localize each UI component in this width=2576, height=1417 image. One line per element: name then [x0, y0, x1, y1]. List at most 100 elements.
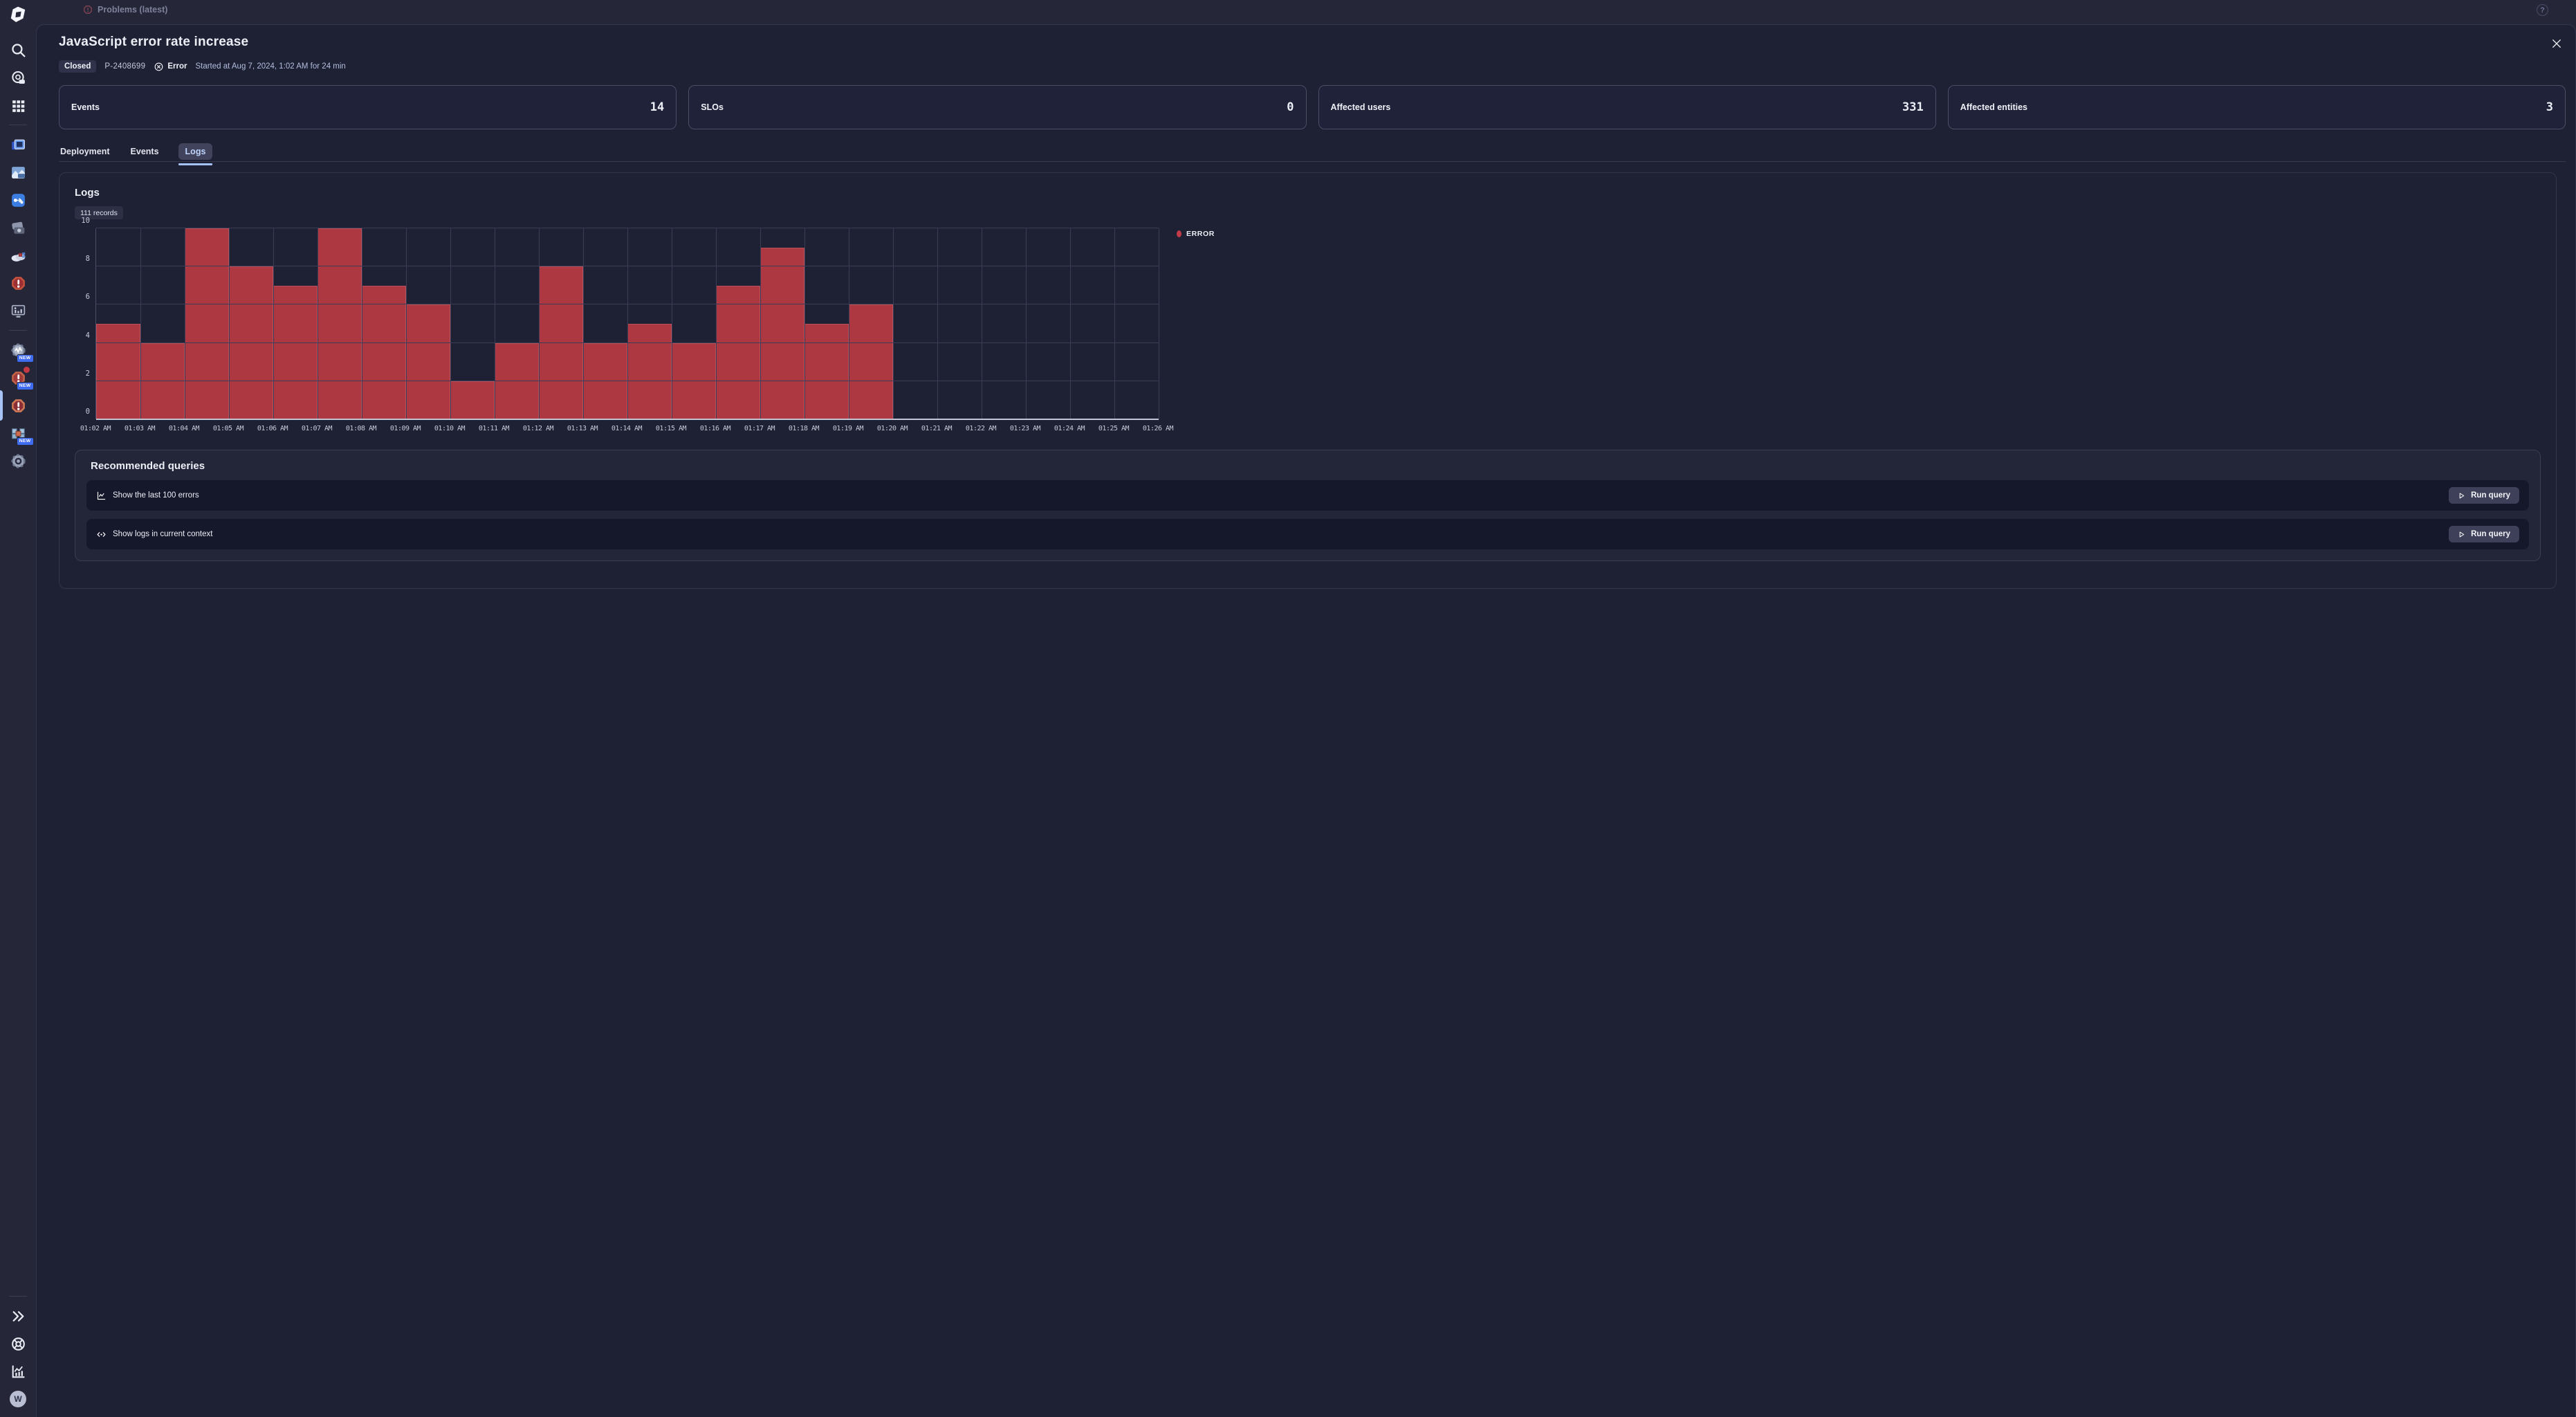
sidebar-item-cloud-services[interactable] [9, 246, 28, 265]
new-badge: NEW [17, 354, 34, 363]
notification-dot [24, 367, 30, 373]
gridline [1114, 228, 1115, 419]
close-icon[interactable] [2550, 37, 2563, 50]
sidebar-item-app-launcher[interactable] [9, 96, 28, 115]
x-tick-label: 01:24 AM [1047, 425, 1092, 432]
run-query-button[interactable]: Run query [2449, 487, 2519, 504]
gridline [893, 228, 894, 419]
gridline [804, 228, 805, 419]
logs-heading: Logs [75, 187, 2541, 199]
bar-01-04-AM[interactable] [185, 228, 229, 419]
gridline [1070, 228, 1071, 419]
bar-01-08-AM[interactable] [362, 286, 406, 419]
bar-01-06-AM[interactable] [273, 286, 318, 419]
x-tick-label: 01:08 AM [339, 425, 383, 432]
tab-deployment[interactable]: Deployment [59, 143, 111, 160]
run-query-button[interactable]: Run query [2449, 526, 2519, 542]
problem-detail-panel: JavaScript error rate increase Closed P-… [36, 24, 2576, 1417]
x-tick-label: 01:04 AM [162, 425, 206, 432]
search-icon [10, 42, 27, 59]
bar-01-17-AM[interactable] [760, 248, 804, 419]
bar-01-19-AM[interactable] [849, 304, 893, 419]
sidebar-item-expand[interactable] [9, 1307, 28, 1326]
gridline [716, 228, 717, 419]
tab-events[interactable]: Events [129, 143, 160, 160]
x-tick-label: 01:14 AM [605, 425, 649, 432]
sidebar-item-settings[interactable] [9, 452, 28, 470]
topbar-tab-problems[interactable]: Problems (latest) [83, 5, 167, 15]
x-tick-label: 01:09 AM [383, 425, 427, 432]
dynatrace-logo-icon[interactable] [8, 5, 28, 24]
stats-row: Events 14 SLOs 0 Affected users 331 Affe… [59, 85, 2566, 129]
bar-01-16-AM[interactable] [716, 286, 760, 419]
x-tick-label: 01:06 AM [250, 425, 295, 432]
x-tick-label: 01:05 AM [206, 425, 250, 432]
x-tick-label: 01:11 AM [472, 425, 516, 432]
gridline [627, 228, 628, 419]
tab-logs[interactable]: Logs [178, 143, 213, 160]
y-tick-label: 8 [75, 255, 90, 263]
sidebar-item-smartscape[interactable] [9, 163, 28, 182]
stat-card-affected-entities[interactable]: Affected entities 3 [1948, 85, 2566, 129]
sidebar-item-problems[interactable] [9, 396, 28, 415]
x-tick-label: 01:10 AM [427, 425, 472, 432]
query-row-logs-current-context[interactable]: Show logs in current context Run query [86, 519, 2529, 549]
x-tick-label: 01:22 AM [959, 425, 1003, 432]
stat-card-affected-users[interactable]: Affected users 331 [1318, 85, 1936, 129]
sidebar-item-clouds[interactable] [9, 136, 28, 154]
error-circle-x-icon [154, 62, 164, 72]
gridline [406, 228, 407, 419]
services-icon [10, 192, 27, 209]
gridline [96, 342, 1159, 343]
recommended-queries-section: Recommended queries Show the last 100 er… [75, 450, 2541, 561]
x-tick-label: 01:12 AM [516, 425, 560, 432]
sidebar-item-problems-classic[interactable] [9, 274, 28, 293]
gridline [539, 228, 540, 419]
x-tick-label: 01:07 AM [295, 425, 339, 432]
chart-x-axis: 01:02 AM01:03 AM01:04 AM01:05 AM01:06 AM… [95, 425, 2541, 435]
bar-01-07-AM[interactable] [318, 228, 362, 419]
x-tick-label: 01:23 AM [1003, 425, 1047, 432]
help-icon[interactable]: ? [2537, 4, 2548, 16]
y-tick-label: 6 [75, 293, 90, 301]
chart-y-axis: 0246810 [75, 228, 95, 420]
sidebar-item-problems-latest[interactable]: NEW [9, 369, 28, 387]
bar-01-18-AM[interactable] [804, 324, 849, 419]
sidebar-item-services[interactable] [9, 191, 28, 210]
x-tick-label: 01:25 AM [1092, 425, 1136, 432]
logs-section: Logs 111 records 0246810 ERROR 01:02 AM0… [59, 172, 2557, 589]
sidebar-item-davis-ai[interactable] [9, 68, 28, 87]
new-badge: NEW [17, 437, 34, 446]
stat-card-slos[interactable]: SLOs 0 [688, 85, 1306, 129]
problem-id: P-2408699 [104, 62, 145, 71]
gridline [1026, 228, 1027, 419]
sidebar-item-anomaly-detection[interactable]: NEW [9, 341, 28, 360]
bar-01-02-AM[interactable] [96, 324, 140, 419]
sidebar-item-kubernetes[interactable]: NEW [9, 424, 28, 443]
bar-01-10-AM[interactable] [450, 381, 495, 419]
bar-01-14-AM[interactable] [627, 324, 672, 419]
sidebar-item-usage[interactable] [9, 1362, 28, 1381]
x-tick-label: 01:18 AM [782, 425, 826, 432]
cloud-services-icon [10, 247, 27, 264]
chart-plot-area[interactable] [95, 228, 1159, 419]
stat-card-events[interactable]: Events 14 [59, 85, 677, 129]
sidebar-item-infrastructure[interactable] [9, 219, 28, 237]
query-row-last-100-errors[interactable]: Show the last 100 errors Run query [86, 480, 2529, 511]
problems-icon [10, 397, 27, 414]
sidebar-item-help[interactable] [9, 1335, 28, 1353]
started-text: Started at Aug 7, 2024, 1:02 AM for 24 m… [195, 62, 345, 71]
severity-label: Error [167, 62, 187, 71]
sidebar-item-search[interactable] [9, 41, 28, 60]
davis-ai-icon [10, 69, 27, 86]
sidebar-item-hosts[interactable] [9, 302, 28, 320]
top-bar: Problems (latest) ? [0, 0, 2576, 24]
usage-icon [10, 1363, 27, 1380]
gridline [937, 228, 938, 419]
bar-01-09-AM[interactable] [406, 304, 450, 419]
tab-bar: Deployment Events Logs [59, 141, 2566, 162]
x-axis-line [96, 419, 1159, 420]
x-tick-label: 01:13 AM [560, 425, 605, 432]
sidebar-item-account[interactable]: W [9, 1390, 28, 1409]
chart-legend[interactable]: ERROR [1177, 230, 1215, 238]
